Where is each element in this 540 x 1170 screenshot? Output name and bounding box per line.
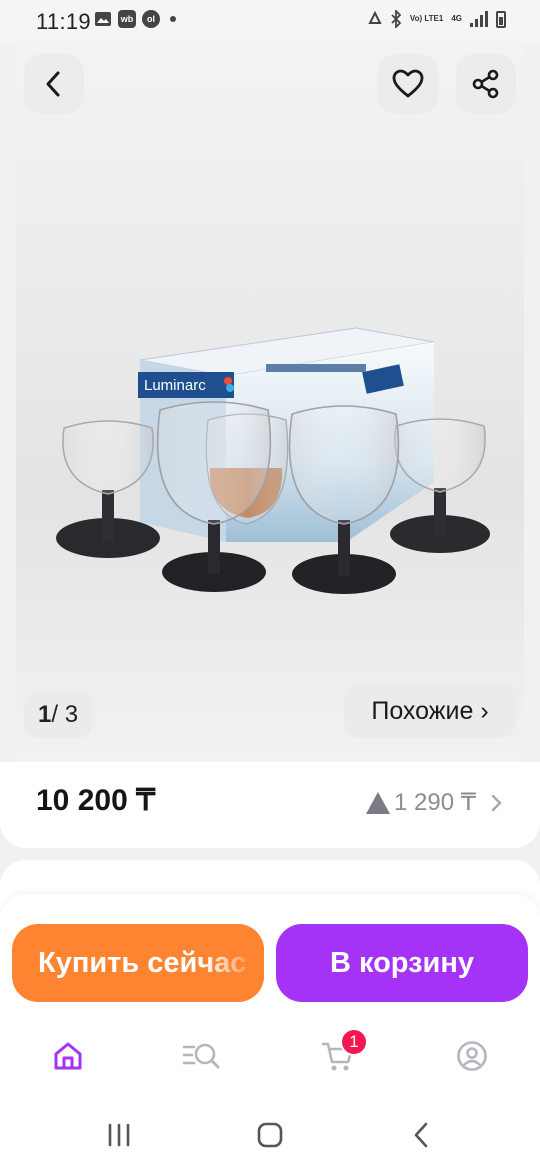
back-button[interactable]	[24, 54, 84, 114]
chevron-left-icon	[46, 71, 60, 97]
add-to-cart-button[interactable]: В корзину	[276, 924, 528, 1002]
more-notifications-dot	[170, 16, 176, 22]
profile-icon	[457, 1041, 487, 1071]
chevron-right-icon	[491, 794, 502, 811]
network-label: Vo) LTE1	[409, 14, 444, 23]
back-arrow-icon	[414, 1122, 428, 1148]
wb-icon: wb	[118, 10, 136, 28]
status-time: 11:19	[36, 9, 91, 34]
product-photo: Luminarc	[56, 327, 490, 594]
bonus-triangle-icon	[366, 791, 390, 814]
buy-now-button[interactable]: Купить сейчас	[12, 924, 264, 1002]
brand-logo: Luminarc	[144, 377, 206, 394]
bonus-amount: 1 290 ₸	[394, 789, 476, 816]
nav-profile[interactable]	[452, 1036, 492, 1076]
recent-apps-icon	[108, 1123, 130, 1147]
bottom-nav: 1	[0, 1014, 540, 1100]
price-card: 10 200 ₸ 1 290 ₸	[0, 762, 540, 848]
home-system-button[interactable]	[256, 1118, 284, 1152]
product-image-gallery[interactable]: Luminarc	[16, 42, 524, 762]
image-counter: 1 / 3	[24, 692, 93, 738]
nav-cart[interactable]: 1	[318, 1028, 368, 1076]
status-bar: 11:19 wb ol Vo) LTE1 4G	[0, 0, 540, 42]
battery-icon	[496, 10, 506, 28]
share-icon	[472, 69, 499, 99]
image-counter-current: 1	[38, 701, 52, 728]
bluetooth-icon	[391, 10, 402, 28]
signal-icon	[470, 11, 488, 27]
alarm-icon	[368, 11, 382, 24]
price: 10 200 ₸	[36, 784, 156, 817]
home-square-icon	[257, 1122, 283, 1148]
buy-panel: Купить сейчас В корзину	[0, 894, 540, 1014]
share-button[interactable]	[456, 54, 516, 114]
gallery-icon	[95, 12, 111, 26]
buy-now-fade	[204, 924, 264, 1002]
home-icon	[54, 1042, 82, 1070]
status-system-icons: Vo) LTE1 4G	[368, 10, 506, 28]
similar-button[interactable]: Похожие ›	[344, 684, 516, 738]
image-counter-total: / 3	[51, 701, 79, 728]
back-system-button[interactable]	[410, 1118, 432, 1152]
system-navigation-bar	[0, 1100, 540, 1170]
nav-home[interactable]	[48, 1036, 88, 1076]
bonus-link[interactable]: 1 290 ₸	[366, 788, 504, 817]
favorite-button[interactable]	[378, 54, 438, 114]
recent-apps-button[interactable]	[106, 1118, 132, 1152]
cart-badge: 1	[340, 1028, 368, 1056]
nav-catalog[interactable]	[182, 1036, 222, 1076]
olx-icon: ol	[142, 10, 160, 28]
status-notification-icons: wb ol	[94, 10, 176, 28]
catalog-search-icon	[182, 1043, 220, 1069]
network-type: 4G	[451, 14, 462, 23]
heart-icon	[392, 69, 424, 98]
